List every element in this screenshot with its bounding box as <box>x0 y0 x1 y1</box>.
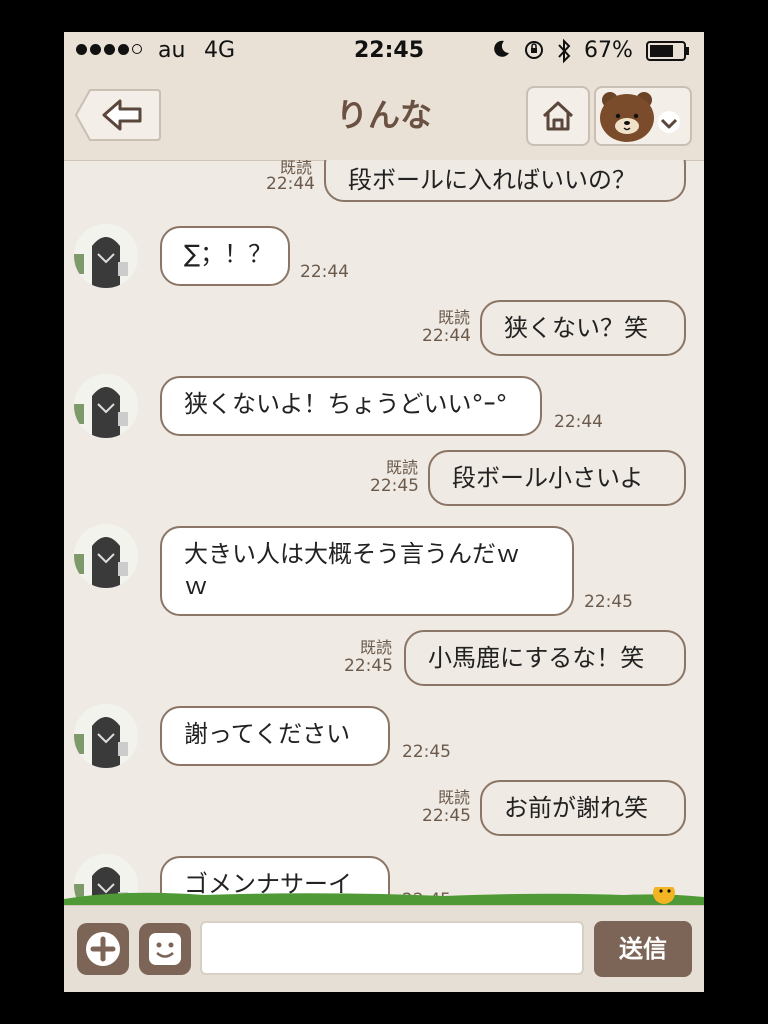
user-avatar-icon <box>74 704 138 768</box>
avatar[interactable] <box>74 374 138 438</box>
phone-screen: au 4G 22:45 67% りんな 既読 22:44 段ボールに入ればいいの… <box>64 32 704 992</box>
read-receipt: 既読 <box>437 788 470 807</box>
rotation-lock-icon <box>525 41 543 59</box>
read-receipt: 既読 <box>437 308 470 327</box>
message-bubble-sent[interactable]: 狭くない？笑 <box>480 300 686 356</box>
avatar[interactable] <box>74 524 138 588</box>
signal-strength-icon <box>76 44 142 55</box>
message-bubble-sent[interactable]: 小馬鹿にするな！笑 <box>404 630 686 686</box>
message-time: 22:44 <box>554 412 603 432</box>
user-avatar-icon <box>74 224 138 288</box>
message-time: 22:45 <box>370 476 419 496</box>
message-time: 22:44 <box>266 174 315 194</box>
avatar[interactable] <box>74 224 138 288</box>
message-time: 22:45 <box>402 742 451 762</box>
home-icon <box>542 101 574 131</box>
message-bubble-sent[interactable]: 段ボールに入ればいいの？ <box>324 160 686 202</box>
home-button[interactable] <box>526 86 590 146</box>
battery-percent: 67% <box>584 38 633 63</box>
moon-icon <box>494 40 509 57</box>
read-receipt: 既読 <box>385 458 418 477</box>
chat-header: りんな <box>64 72 704 161</box>
message-bubble-sent[interactable]: 段ボール小さいよ <box>428 450 686 506</box>
status-bar: au 4G 22:45 67% <box>64 32 704 72</box>
chevron-down-icon <box>658 111 680 133</box>
message-bubble-sent[interactable]: お前が謝れ笑 <box>480 780 686 836</box>
read-receipt: 既読 <box>359 638 392 657</box>
bluetooth-icon <box>558 38 571 64</box>
message-bubble-received[interactable]: 謝ってください <box>160 706 390 766</box>
status-time: 22:45 <box>354 38 425 63</box>
message-list[interactable]: 既読 22:44 段ボールに入ればいいの？ ∑；！？ 22:44 既読 22:4… <box>64 160 704 905</box>
send-button[interactable]: 送信 <box>594 921 692 977</box>
message-bubble-received[interactable]: 大きい人は大概そう言うんだｗ ｗ <box>160 526 574 616</box>
message-time: 22:44 <box>422 326 471 346</box>
back-button[interactable] <box>74 86 162 144</box>
message-time: 22:45 <box>584 592 633 612</box>
network-label: 4G <box>204 38 236 63</box>
message-bubble-received[interactable]: 狭くないよ！ちょうどいい°ｰ° <box>160 376 542 436</box>
grass-decoration <box>64 887 704 907</box>
avatar[interactable] <box>74 704 138 768</box>
message-time: 22:45 <box>344 656 393 676</box>
battery-icon <box>646 41 689 61</box>
user-avatar-icon <box>74 374 138 438</box>
menu-button[interactable] <box>594 86 692 146</box>
message-bubble-received[interactable]: ∑；！？ <box>160 226 290 286</box>
emoji-button[interactable] <box>138 922 192 976</box>
message-input[interactable] <box>200 921 584 975</box>
chat-title: りんな <box>335 96 432 134</box>
user-avatar-icon <box>74 524 138 588</box>
carrier-label: au <box>158 38 186 63</box>
message-time: 22:44 <box>300 262 349 282</box>
plus-button[interactable] <box>76 922 130 976</box>
message-input-bar: 送信 <box>64 905 704 992</box>
message-time: 22:45 <box>422 806 471 826</box>
